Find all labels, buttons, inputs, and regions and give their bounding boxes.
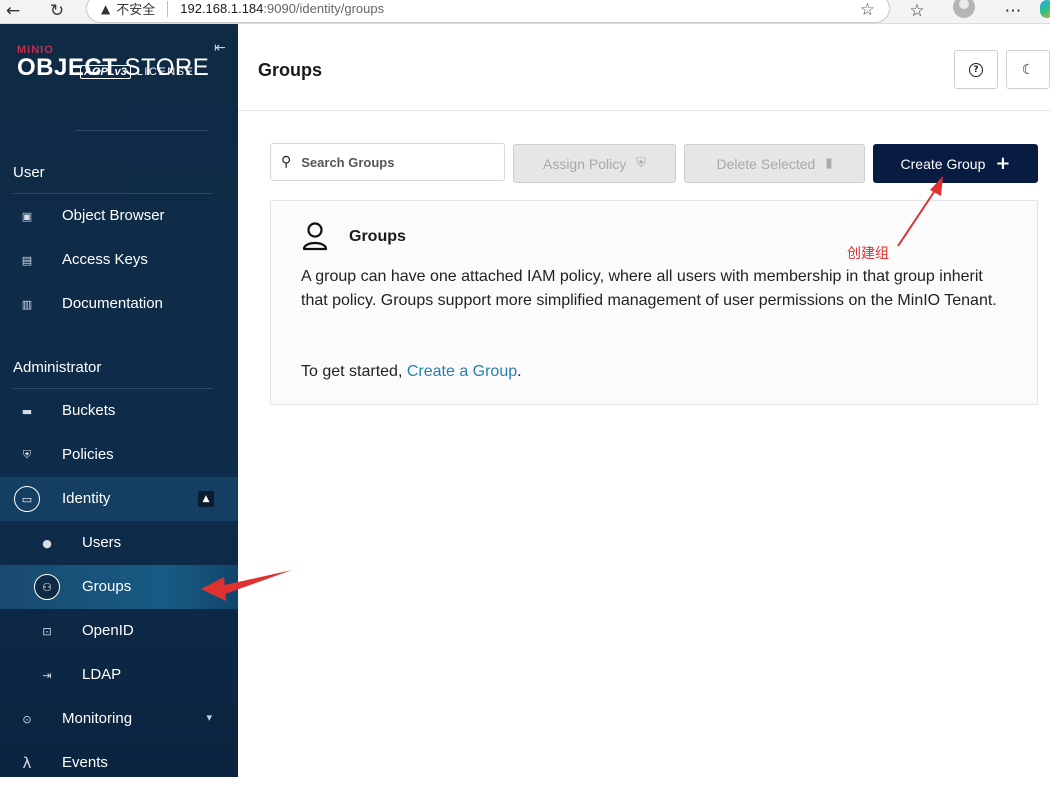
page-header: Groups ? ☾	[238, 24, 1050, 111]
annotation-label: 创建组	[847, 245, 889, 261]
documentation-icon: ▥	[21, 297, 33, 311]
agpl-badge: AGPLv3	[80, 65, 131, 79]
license-text: LICENSE	[136, 66, 195, 78]
favorites-icon[interactable]: ☆	[906, 0, 928, 22]
assign-policy-label: Assign Policy	[542, 155, 627, 172]
sidebar-item-monitoring[interactable]: ⊙ Monitoring ▾	[0, 697, 238, 741]
access-keys-icon: ▤	[21, 253, 33, 267]
warning-icon: ▲	[101, 1, 111, 16]
sidebar: MINIO OBJECT STORE AGPLv3 LICENSE ⇤ User…	[0, 24, 238, 777]
search-icon: ⚲	[281, 154, 292, 170]
trash-icon: ▮	[825, 156, 833, 171]
sidebar-item-label: LDAP	[82, 666, 122, 683]
assign-policy-button[interactable]: Assign Policy ⛨	[513, 144, 676, 183]
chevron-down-icon[interactable]: ▾	[206, 711, 212, 724]
cta-prefix: To get started,	[301, 363, 407, 380]
insecure-label: 不安全	[116, 2, 156, 17]
help-button[interactable]: ?	[954, 50, 998, 89]
sidebar-item-policies[interactable]: ⛨ Policies	[0, 433, 238, 477]
card-cta: To get started, Create a Group.	[301, 363, 522, 381]
shield-icon: ⛨	[22, 448, 32, 461]
url-path: :9090/identity/groups	[263, 1, 385, 16]
search-input[interactable]	[301, 154, 492, 170]
bucket-icon: ▬	[21, 404, 33, 418]
delete-selected-label: Delete Selected	[716, 155, 816, 172]
ldap-icon: ⇥	[42, 668, 52, 682]
url-host: 192.168.1.184	[180, 1, 264, 16]
create-group-button[interactable]: Create Group +	[873, 144, 1038, 183]
moon-icon: ☾	[1021, 61, 1035, 78]
search-groups-field[interactable]: ⚲	[270, 143, 505, 181]
sidebar-item-buckets[interactable]: ▬ Buckets	[0, 389, 238, 433]
shield-icon: ⛨	[636, 156, 647, 171]
section-user: User	[13, 164, 45, 181]
sidebar-item-object-browser[interactable]: ▣ Object Browser	[0, 194, 238, 238]
sidebar-item-users[interactable]: ● Users	[0, 521, 238, 565]
identity-icon: ▭	[14, 486, 40, 512]
groups-icon: ⚇	[34, 574, 60, 600]
sidebar-item-label: Users	[82, 534, 122, 551]
address-divider	[167, 0, 169, 17]
section-administrator: Administrator	[13, 359, 102, 376]
groups-info-card: Groups A group can have one attached IAM…	[270, 200, 1038, 405]
page-title: Groups	[258, 60, 323, 80]
favorite-star-icon[interactable]: ☆	[860, 0, 875, 20]
chevron-up-icon[interactable]: ▲	[198, 491, 214, 507]
dark-mode-button[interactable]: ☾	[1006, 50, 1050, 89]
sidebar-item-label: Access Keys	[62, 251, 148, 268]
reload-icon[interactable]: ↻	[46, 0, 68, 22]
sidebar-item-label: Documentation	[62, 295, 163, 312]
sidebar-item-label: Identity	[62, 490, 111, 507]
create-group-link[interactable]: Create a Group	[407, 363, 517, 380]
cta-suffix: .	[517, 363, 522, 380]
sidebar-item-label: Buckets	[62, 402, 116, 419]
back-icon[interactable]: ←	[2, 0, 24, 22]
sidebar-item-label: Groups	[82, 578, 132, 595]
create-group-label: Create Group	[900, 155, 986, 172]
logo-divider	[75, 130, 208, 131]
sidebar-item-label: Policies	[62, 446, 114, 463]
object-browser-icon: ▣	[21, 209, 33, 223]
user-icon: ●	[42, 536, 52, 550]
address-bar[interactable]: ▲ 不安全 192.168.1.184:9090/identity/groups…	[86, 0, 890, 23]
lambda-icon: λ	[22, 754, 32, 772]
copilot-icon[interactable]	[1040, 0, 1050, 18]
sidebar-item-label: Monitoring	[62, 710, 133, 727]
monitoring-icon: ⊙	[22, 712, 32, 726]
logo-license: AGPLv3 LICENSE	[80, 65, 194, 79]
profile-avatar[interactable]	[953, 0, 975, 18]
collapse-sidebar-icon[interactable]: ⇤	[214, 40, 226, 56]
sidebar-item-access-keys[interactable]: ▤ Access Keys	[0, 238, 238, 282]
sidebar-item-openid[interactable]: ⊡ OpenID	[0, 609, 238, 653]
sidebar-item-ldap[interactable]: ⇥ LDAP	[0, 653, 238, 697]
openid-icon: ⊡	[42, 624, 52, 638]
plus-icon: +	[995, 153, 1011, 174]
sidebar-item-label: Events	[62, 754, 108, 771]
user-icon	[302, 222, 328, 251]
sidebar-item-label: Object Browser	[62, 207, 165, 224]
delete-selected-button[interactable]: Delete Selected ▮	[684, 144, 865, 183]
card-title: Groups	[349, 228, 406, 245]
help-icon: ?	[969, 62, 983, 77]
sidebar-item-events[interactable]: λ Events	[0, 741, 238, 785]
sidebar-item-groups[interactable]: ⚇ Groups	[0, 565, 238, 609]
card-description: A group can have one attached IAM policy…	[301, 268, 997, 309]
browser-toolbar: ← ↻ ▲ 不安全 192.168.1.184:9090/identity/gr…	[0, 0, 1050, 24]
more-menu-icon[interactable]: ⋯	[1002, 0, 1024, 22]
sidebar-item-label: OpenID	[82, 622, 134, 639]
sidebar-item-identity[interactable]: ▭ Identity ▲	[0, 477, 238, 521]
sidebar-item-documentation[interactable]: ▥ Documentation	[0, 282, 238, 326]
